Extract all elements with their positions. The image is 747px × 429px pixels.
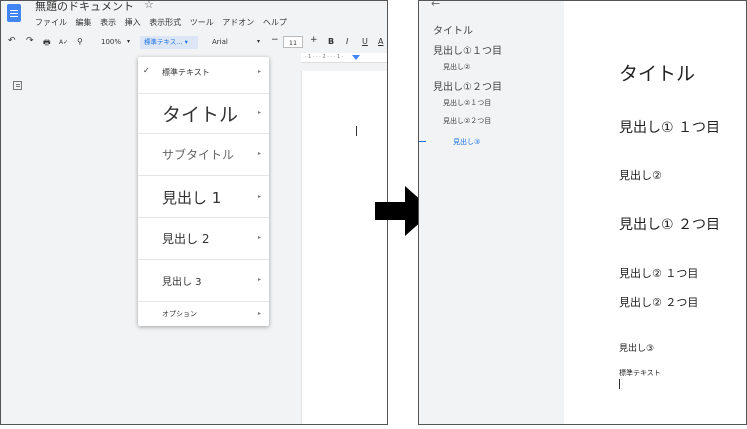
style-option-label: 標準テキスト — [162, 68, 210, 77]
document-page[interactable] — [301, 71, 387, 424]
menu-file[interactable]: ファイル — [35, 18, 67, 27]
font-select[interactable]: Arial — [212, 38, 228, 46]
toolbar: ↶ ↷ 🖶 A✓ ⚲ 100% ▾ 標準テキス... ▾ Arial ▾ − 1… — [1, 33, 387, 53]
paragraph-style-dropdown: ✓ 標準テキスト ▸ タイトル ▸ サブタイトル ▸ 見出し 1 ▸ 見出し 2… — [138, 57, 269, 326]
zoom-select[interactable]: 100% — [101, 38, 121, 46]
chevron-down-icon: ▾ — [127, 38, 131, 45]
menu-format[interactable]: 表示形式 — [149, 18, 181, 27]
style-option-label: サブタイトル — [162, 148, 235, 162]
text-cursor — [356, 126, 357, 136]
ruler-ticks: · 1 · · · 2 · · · 1 · — [305, 54, 344, 60]
submenu-arrow-icon: ▸ — [257, 193, 261, 200]
submenu-arrow-icon: ▸ — [257, 234, 261, 241]
style-option-label: 見出し 2 — [162, 232, 210, 246]
outline-item[interactable]: 見出し②１つ目 — [443, 98, 491, 108]
menu-bar: ファイル 編集 表示 挿入 表示形式 ツール アドオン ヘルプ — [35, 17, 293, 28]
submenu-arrow-icon: ▸ — [257, 310, 261, 317]
document-outline-pane: ← タイトル 見出し①１つ目 見出し② 見出し①２つ目 見出し②１つ目 見出し②… — [419, 1, 564, 424]
submenu-arrow-icon: ▸ — [257, 68, 261, 75]
document-outline-icon[interactable] — [13, 81, 22, 90]
doc-heading-3[interactable]: 見出し③ — [619, 341, 654, 354]
check-icon: ✓ — [143, 66, 150, 75]
doc-title-text[interactable]: タイトル — [619, 59, 695, 86]
outline-item[interactable]: 見出し①２つ目 — [433, 78, 502, 93]
paint-format-icon[interactable]: ⚲ — [77, 37, 83, 46]
document-title[interactable]: 無題のドキュメント — [35, 1, 134, 14]
text-color-button[interactable]: A — [378, 37, 383, 46]
spellcheck-icon[interactable]: A✓ — [59, 39, 68, 46]
style-option-heading-1[interactable]: 見出し 1 ▸ — [138, 175, 269, 218]
doc-heading-2[interactable]: 見出し② ２つ目 — [619, 294, 698, 310]
menu-insert[interactable]: 挿入 — [125, 18, 141, 27]
docs-logo-icon[interactable] — [7, 4, 21, 22]
outline-item[interactable]: 見出し②２つ目 — [443, 116, 491, 126]
redo-icon[interactable]: ↷ — [26, 36, 34, 46]
chevron-down-icon: ▾ — [257, 38, 261, 45]
style-option-title[interactable]: タイトル ▸ — [138, 93, 269, 134]
menu-view[interactable]: 表示 — [100, 18, 116, 27]
style-select[interactable]: 標準テキス... ▾ — [140, 36, 198, 49]
font-size-increase-button[interactable]: + — [310, 35, 318, 45]
left-screenshot-panel: 無題のドキュメント ☆ ファイル 編集 表示 挿入 表示形式 ツール アドオン … — [0, 0, 388, 425]
back-arrow-icon[interactable]: ← — [431, 1, 440, 10]
style-option-subtitle[interactable]: サブタイトル ▸ — [138, 133, 269, 176]
right-screenshot-panel: ← タイトル 見出し①１つ目 見出し② 見出し①２つ目 見出し②１つ目 見出し②… — [418, 0, 747, 425]
print-icon[interactable]: 🖶 — [43, 37, 51, 51]
style-option-label: タイトル — [162, 104, 239, 126]
undo-icon[interactable]: ↶ — [8, 36, 16, 46]
font-size-decrease-button[interactable]: − — [271, 35, 279, 45]
doc-heading-1[interactable]: 見出し① １つ目 — [619, 117, 720, 137]
doc-heading-2[interactable]: 見出し② — [619, 167, 662, 183]
text-cursor — [619, 379, 620, 389]
submenu-arrow-icon: ▸ — [257, 276, 261, 283]
doc-heading-1[interactable]: 見出し① ２つ目 — [619, 214, 720, 234]
style-option-heading-2[interactable]: 見出し 2 ▸ — [138, 217, 269, 260]
menu-addons[interactable]: アドオン — [222, 18, 254, 27]
menu-help[interactable]: ヘルプ — [263, 18, 287, 27]
style-option-label: 見出し 3 — [162, 277, 202, 288]
outline-item-current[interactable]: 見出し③ — [453, 137, 480, 147]
style-option-normal-text[interactable]: ✓ 標準テキスト ▸ — [138, 57, 269, 94]
outline-item[interactable]: 見出し①１つ目 — [433, 42, 502, 57]
bold-button[interactable]: B — [328, 37, 334, 46]
current-item-indicator — [419, 141, 426, 142]
doc-heading-2[interactable]: 見出し② １つ目 — [619, 265, 698, 281]
italic-button[interactable]: I — [346, 37, 348, 46]
doc-normal-text[interactable]: 標準テキスト — [619, 368, 661, 378]
style-option-options[interactable]: オプション ▸ — [138, 301, 269, 326]
ruler[interactable]: · 1 · · · 2 · · · 1 · — [301, 53, 387, 63]
style-option-label: オプション — [162, 310, 197, 318]
menu-tools[interactable]: ツール — [190, 18, 214, 27]
outline-item[interactable]: 見出し② — [443, 62, 470, 72]
star-icon[interactable]: ☆ — [144, 1, 154, 11]
outline-item[interactable]: タイトル — [433, 22, 473, 37]
submenu-arrow-icon: ▸ — [257, 150, 261, 157]
font-size-input[interactable]: 11 — [283, 36, 303, 48]
style-option-label: 見出し 1 — [162, 189, 222, 207]
indent-marker[interactable] — [352, 55, 360, 60]
menu-edit[interactable]: 編集 — [76, 18, 92, 27]
underline-button[interactable]: U — [362, 37, 368, 46]
submenu-arrow-icon: ▸ — [257, 109, 261, 116]
style-option-heading-3[interactable]: 見出し 3 ▸ — [138, 259, 269, 302]
